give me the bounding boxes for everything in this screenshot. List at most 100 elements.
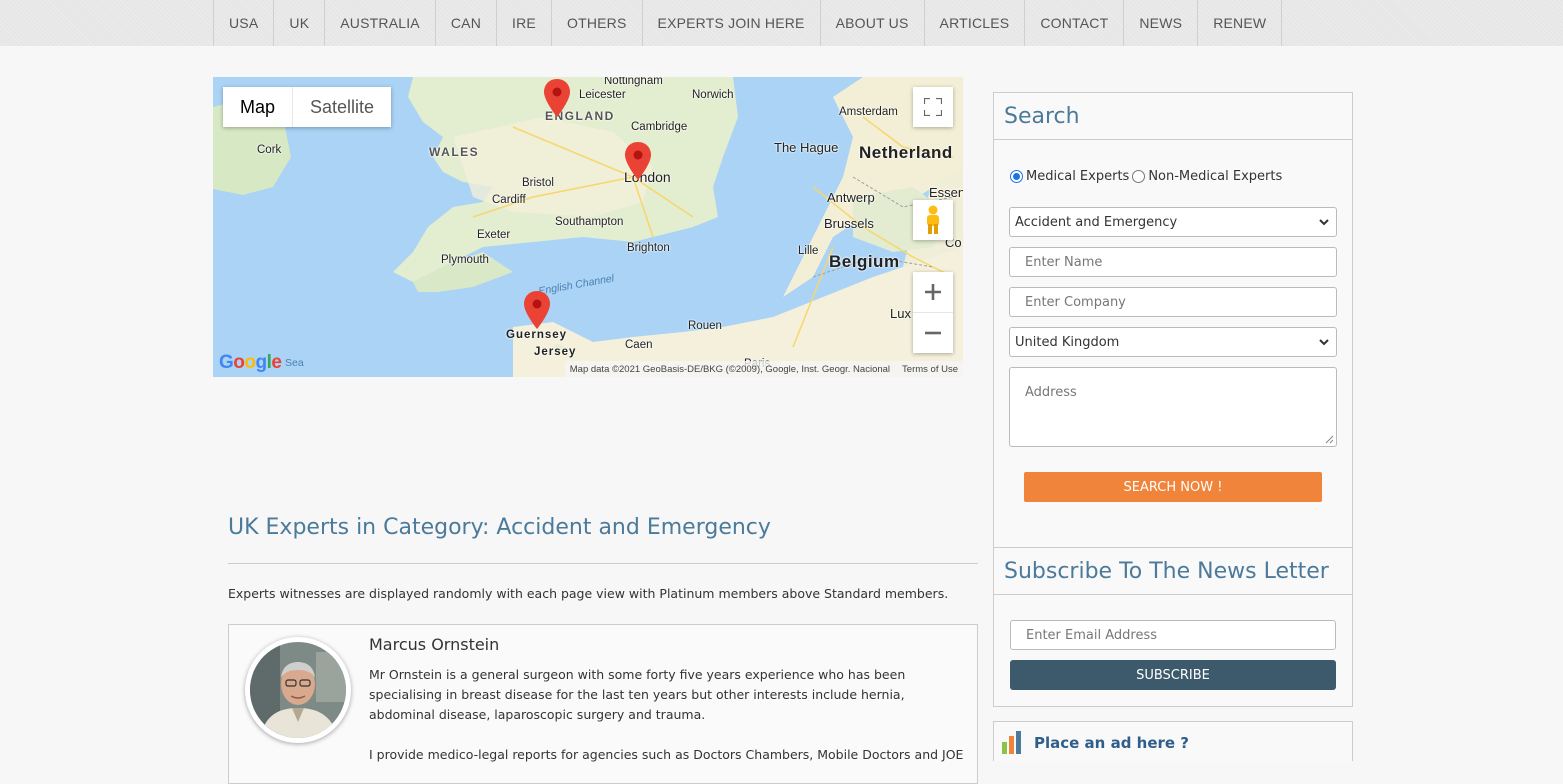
map-label-brighton: Brighton — [627, 242, 670, 254]
name-input[interactable]: Enter Name — [1009, 247, 1337, 277]
category-select[interactable]: Accident and Emergency — [1009, 207, 1337, 237]
map-label-norwich: Norwich — [692, 89, 734, 101]
terms-of-use-link[interactable]: Terms of Use — [902, 364, 958, 375]
map-label-cork: Cork — [257, 144, 282, 156]
minus-icon — [925, 331, 941, 334]
expert-type-radios: Medical Experts Non-Medical Experts — [1010, 169, 1282, 184]
address-textarea[interactable]: Address — [1009, 367, 1337, 447]
map-type-satellite-button[interactable]: Satellite — [293, 87, 391, 127]
expert-description: Mr Ornstein is a general surgeon with so… — [369, 667, 906, 722]
nav-item-articles[interactable]: ARTICLES — [925, 0, 1026, 46]
expert-avatar[interactable] — [245, 637, 351, 743]
pegman-icon — [927, 205, 939, 234]
resize-grip-icon[interactable] — [1325, 435, 1334, 444]
google-map[interactable]: Nottingham Leicester Norwich ENGLAND Cam… — [213, 77, 963, 377]
nav-item-experts-join[interactable]: EXPERTS JOIN HERE — [643, 0, 821, 46]
radio-medical-experts[interactable]: Medical Experts — [1010, 169, 1129, 184]
map-label-plymouth: Plymouth — [441, 254, 489, 266]
nav-item-ire[interactable]: IRE — [497, 0, 552, 46]
map-label-wales: WALES — [429, 145, 480, 159]
nav-item-uk[interactable]: UK — [274, 0, 326, 46]
map-label-cardiff: Cardiff — [492, 194, 526, 206]
map-label-caen: Caen — [625, 339, 653, 351]
radio-nonmedical-label: Non-Medical Experts — [1148, 169, 1283, 184]
map-label-bristol: Bristol — [522, 177, 554, 189]
nav-item-news[interactable]: NEWS — [1124, 0, 1199, 46]
subscribe-button[interactable]: SUBSCRIBE — [1010, 660, 1336, 690]
map-label-essen: Essen — [929, 185, 963, 200]
nav-item-australia[interactable]: AUSTRALIA — [325, 0, 436, 46]
map-pin-leicester[interactable] — [544, 79, 570, 117]
zoom-control — [913, 272, 953, 353]
nav-item-usa[interactable]: USA — [214, 0, 275, 46]
street-view-button[interactable] — [913, 200, 953, 240]
map-label-the-hague: The Hague — [774, 140, 839, 155]
search-title: Search — [994, 93, 1352, 140]
country-select[interactable]: United Kingdom — [1009, 327, 1337, 357]
email-placeholder: Enter Email Address — [1026, 627, 1157, 643]
zoom-in-button[interactable] — [913, 273, 953, 313]
radio-non-medical-experts[interactable]: Non-Medical Experts — [1132, 169, 1282, 184]
radio-button-unchecked[interactable] — [1132, 170, 1146, 183]
top-navigation: USA UK AUSTRALIA CAN IRE OTHERS EXPERTS … — [0, 0, 1563, 46]
company-input[interactable]: Enter Company — [1009, 287, 1337, 317]
map-label-nottingham: Nottingham — [604, 77, 663, 87]
zoom-out-button[interactable] — [913, 313, 953, 353]
newsletter-title: Subscribe To The News Letter — [994, 548, 1352, 595]
map-label-leicester: Leicester — [579, 89, 626, 101]
expert-card: Marcus Ornstein Mr Ornstein is a general… — [228, 624, 978, 784]
fullscreen-button[interactable] — [913, 87, 953, 127]
plus-icon — [925, 284, 941, 300]
map-label-jersey: Jersey — [534, 346, 577, 358]
expert-name[interactable]: Marcus Ornstein — [369, 635, 499, 654]
map-label-southampton: Southampton — [555, 216, 624, 228]
country-selected-value: United Kingdom — [1015, 334, 1120, 350]
map-label-antwerp: Antwerp — [827, 190, 875, 205]
email-input[interactable]: Enter Email Address — [1010, 620, 1336, 650]
google-logo[interactable]: Google — [219, 352, 282, 374]
map-label-netherlands: Netherland — [859, 143, 953, 162]
bar-chart-icon — [1002, 731, 1021, 754]
map-label-amsterdam: Amsterdam — [839, 106, 898, 118]
nav-item-others[interactable]: OTHERS — [552, 0, 643, 46]
place-ad-link[interactable]: Place an ad here ? — [1034, 734, 1189, 752]
map-type-map-button[interactable]: Map — [223, 87, 294, 127]
map-pin-guernsey[interactable] — [524, 291, 550, 329]
chevron-down-icon — [1319, 219, 1329, 226]
map-label-brussels: Brussels — [824, 216, 874, 231]
map-label-sea: Sea — [285, 357, 304, 369]
nav-item-contact[interactable]: CONTACT — [1025, 0, 1125, 46]
nav-item-can[interactable]: CAN — [436, 0, 498, 46]
page-title: UK Experts in Category: Accident and Eme… — [228, 515, 771, 540]
nav-item-renew[interactable]: RENEW — [1198, 0, 1283, 46]
chevron-down-icon — [1319, 339, 1329, 346]
map-attribution: Map data ©2021 GeoBasis-DE/BKG (©2009), … — [564, 361, 963, 377]
search-panel: Search Medical Experts Non-Medical Exper… — [993, 92, 1353, 548]
map-type-control: Map Satellite — [223, 87, 392, 127]
name-placeholder: Enter Name — [1025, 254, 1103, 270]
company-placeholder: Enter Company — [1025, 294, 1126, 310]
map-label-luxembourg: Lux — [890, 306, 911, 321]
category-selected-value: Accident and Emergency — [1015, 214, 1178, 230]
title-divider — [228, 563, 978, 564]
radio-medical-label: Medical Experts — [1026, 169, 1130, 184]
ad-panel: Place an ad here ? — [993, 721, 1353, 761]
fullscreen-icon — [924, 98, 942, 116]
newsletter-panel: Subscribe To The News Letter Enter Email… — [993, 547, 1353, 707]
map-pin-london[interactable] — [625, 142, 651, 180]
expert-photo — [250, 642, 346, 738]
radio-button-checked[interactable] — [1010, 170, 1023, 183]
map-data-text: Map data ©2021 GeoBasis-DE/BKG (©2009), … — [569, 363, 891, 375]
map-label-guernsey: Guernsey — [506, 329, 568, 341]
nav-item-about-us[interactable]: ABOUT US — [821, 0, 925, 46]
search-now-button[interactable]: SEARCH NOW ! — [1024, 472, 1322, 502]
expert-description-2: I provide medico-legal reports for agenc… — [369, 747, 964, 762]
address-placeholder: Address — [1025, 385, 1077, 400]
map-label-lille: Lille — [798, 245, 819, 257]
map-label-belgium: Belgium — [829, 252, 900, 271]
map-label-exeter: Exeter — [477, 229, 511, 241]
map-label-cambridge: Cambridge — [631, 121, 688, 133]
intro-text: Experts witnesses are displayed randomly… — [228, 586, 949, 601]
map-label-rouen: Rouen — [688, 320, 722, 332]
nav-list: USA UK AUSTRALIA CAN IRE OTHERS EXPERTS … — [213, 0, 1283, 46]
